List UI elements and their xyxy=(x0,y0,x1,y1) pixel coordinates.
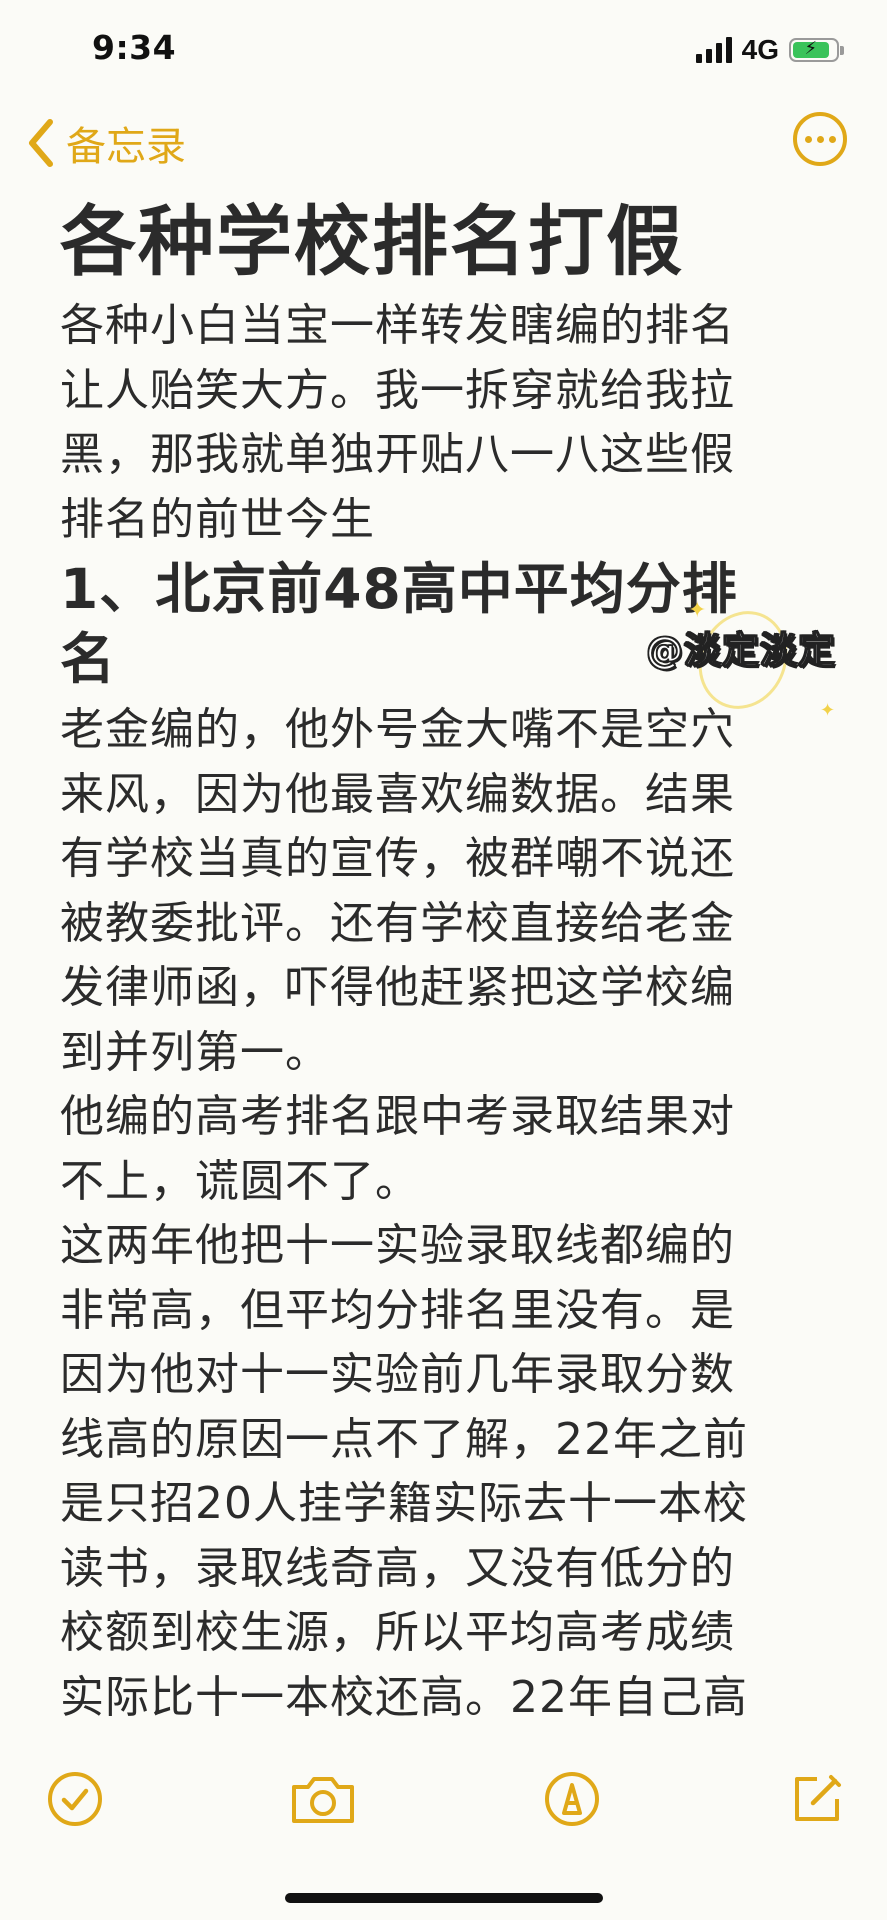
body-line: 校额到校生源，所以平均高考成绩 xyxy=(60,1607,735,1658)
body-line: 不上，谎圆不了。 xyxy=(60,1155,420,1207)
body-line: 读书，录取线奇高，又没有低分的 xyxy=(60,1542,735,1594)
body-line: 这两年他把十一实验录取线都编的 xyxy=(60,1220,735,1271)
markup-button[interactable] xyxy=(537,1764,607,1834)
body-line: 非常高，但平均分排名里没有。是 xyxy=(60,1284,735,1336)
navigation-bar: 备忘录 xyxy=(0,108,887,178)
intro-line: 黑，那我就单独开贴八一八这些假 xyxy=(60,429,735,480)
body-line: 老金编的，他外号金大嘴不是空穴 xyxy=(60,704,735,755)
back-button[interactable]: 备忘录 xyxy=(26,114,186,172)
intro-line: 排名的前世今生 xyxy=(60,493,375,545)
compose-button[interactable] xyxy=(782,1764,852,1834)
intro-line: 各种小白当宝一样转发瞎编的排名 xyxy=(60,300,735,351)
bottom-toolbar xyxy=(0,1764,887,1838)
body-line: 被教委批评。还有学校直接给老金 xyxy=(60,897,735,949)
checkmark-circle-icon xyxy=(48,1772,102,1826)
status-bar: 9:34 4G ⚡ xyxy=(0,0,887,100)
network-type: 4G xyxy=(741,34,779,65)
home-indicator[interactable] xyxy=(285,1893,603,1903)
note-body[interactable]: 各种学校排名打假 各种小白当宝一样转发瞎编的排名 让人贻笑大方。我一拆穿就给我拉… xyxy=(60,196,840,1730)
body-line: 实际比十一本校还高。22年自己高 xyxy=(60,1671,748,1723)
sparkle-icon: ✦ xyxy=(820,700,836,721)
chevron-left-icon xyxy=(29,119,53,167)
back-label: 备忘录 xyxy=(66,124,186,170)
body-line: 线高的原因一点不了解，22年之前 xyxy=(60,1413,748,1465)
ellipsis-dot xyxy=(828,135,836,143)
body-line: 他编的高考排名跟中考录取结果对 xyxy=(60,1091,735,1142)
status-indicators: 4G ⚡ xyxy=(695,34,844,66)
cellular-signal-icon xyxy=(695,37,732,63)
body-line: 发律师函，吓得他赶紧把这学校编 xyxy=(60,962,735,1013)
body-line: 来风，因为他最喜欢编数据。结果 xyxy=(60,768,735,820)
section-body: 老金编的，他外号金大嘴不是空穴 来风，因为他最喜欢编数据。结果 有学校当真的宣传… xyxy=(60,698,840,1730)
body-line: 是只招20人挂学籍实际去十一本校 xyxy=(60,1478,748,1529)
battery-level: ⚡ xyxy=(793,38,829,60)
body-line: 到并列第一。 xyxy=(60,1026,330,1078)
watermark: @淡定淡定 xyxy=(645,628,836,673)
ellipsis-dot xyxy=(804,135,812,143)
camera-button[interactable] xyxy=(288,1764,358,1834)
checklist-button[interactable] xyxy=(40,1764,110,1834)
camera-icon xyxy=(292,1777,354,1823)
body-line: 因为他对十一实验前几年录取分数 xyxy=(60,1349,735,1400)
ellipsis-dot xyxy=(816,135,824,143)
note-title: 各种学校排名打假 xyxy=(60,197,684,286)
pen-circle-icon xyxy=(545,1772,599,1826)
compose-icon xyxy=(795,1775,841,1821)
status-time: 9:34 xyxy=(92,28,177,67)
intro-line: 让人贻笑大方。我一拆穿就给我拉 xyxy=(60,364,735,416)
more-options-button[interactable] xyxy=(793,112,847,166)
battery-icon: ⚡ xyxy=(789,38,844,62)
body-line: 有学校当真的宣传，被群嘲不说还 xyxy=(60,833,735,884)
section-heading: 1、北京前48高中平均分排 xyxy=(60,557,738,621)
charging-bolt-icon: ⚡ xyxy=(804,38,818,60)
